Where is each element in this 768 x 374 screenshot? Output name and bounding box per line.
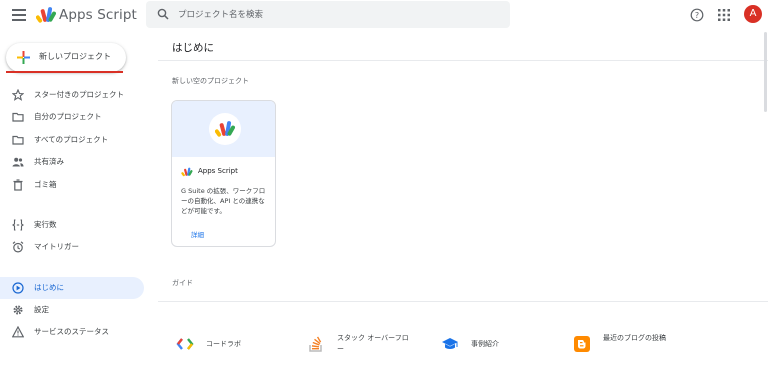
blogger-icon — [574, 336, 590, 352]
scrollbar[interactable] — [763, 30, 768, 374]
apps-grid-icon[interactable] — [718, 9, 730, 21]
blank-project-card[interactable]: Apps Script G Suite の拡張、ワークフローの自動化、API と… — [171, 100, 276, 247]
divider — [158, 301, 768, 302]
plus-icon — [17, 51, 30, 64]
new-project-section-label: 新しい空のプロジェクト — [172, 77, 249, 85]
scrollbar-thumb[interactable] — [764, 32, 767, 112]
sidebar-item-label: すべてのプロジェクト — [34, 135, 109, 144]
guide-stack-overflow[interactable]: スタック オーバーフロー — [307, 330, 417, 360]
sidebar-item-get-started[interactable]: はじめに — [0, 277, 144, 299]
sidebar-item-label: マイトリガー — [34, 242, 79, 251]
sidebar-item-starred[interactable]: スター付きのプロジェクト — [0, 85, 144, 105]
star-icon — [12, 89, 24, 101]
apps-script-logo-icon — [181, 167, 193, 177]
gear-icon — [13, 305, 23, 315]
sidebar-item-trash[interactable]: ゴミ箱 — [0, 175, 144, 195]
new-project-underline — [6, 71, 123, 73]
sidebar-item-service-status[interactable]: サービスのステータス — [0, 322, 144, 342]
apps-script-logo-icon — [215, 121, 235, 137]
folder-icon — [12, 135, 24, 145]
divider — [158, 60, 768, 61]
alarm-icon — [12, 241, 24, 253]
card-logo-circle — [209, 113, 241, 145]
code-braces-icon — [12, 219, 24, 231]
guide-section-label: ガイド — [172, 279, 193, 287]
sidebar-item-shared[interactable]: 共有済み — [0, 152, 144, 172]
folder-icon — [12, 112, 24, 122]
apps-script-logo-icon[interactable] — [36, 6, 56, 24]
sidebar-item-label: 共有済み — [34, 157, 64, 166]
card-header[interactable] — [172, 101, 275, 157]
card-title: Apps Script — [198, 167, 238, 175]
guide-label: コードラボ — [206, 340, 241, 348]
search-icon[interactable] — [157, 8, 169, 20]
play-circle-icon — [12, 282, 24, 294]
sidebar-item-executions[interactable]: 実行数 — [0, 215, 144, 235]
app-title[interactable]: Apps Script — [59, 7, 137, 23]
guide-codelab[interactable]: コードラボ — [176, 330, 286, 360]
menu-icon[interactable] — [12, 9, 26, 21]
new-project-button[interactable]: 新しいプロジェクト — [6, 43, 126, 72]
trash-icon — [13, 179, 23, 191]
guide-label: 事例紹介 — [471, 340, 499, 348]
stack-overflow-icon — [309, 336, 322, 352]
help-icon[interactable]: ? — [690, 8, 704, 22]
warning-icon — [12, 326, 24, 338]
new-project-label: 新しいプロジェクト — [39, 52, 111, 61]
sidebar-item-my-projects[interactable]: 自分のプロジェクト — [0, 107, 144, 127]
svg-text:?: ? — [695, 11, 699, 20]
search-box[interactable] — [146, 1, 510, 28]
guide-case-studies[interactable]: 事例紹介 — [441, 330, 551, 360]
codelab-icon — [176, 338, 194, 350]
sidebar-item-label: 自分のプロジェクト — [34, 112, 102, 121]
sidebar-item-label: サービスのステータス — [34, 327, 109, 336]
page-title: はじめに — [172, 42, 214, 54]
card-description: G Suite の拡張、ワークフローの自動化、API との連携などが可能です。 — [181, 187, 266, 215]
card-details-link[interactable]: 詳細 — [191, 229, 204, 239]
sidebar-item-settings[interactable]: 設定 — [0, 300, 144, 320]
guide-blog[interactable]: 最近のブログの投稿 — [573, 330, 683, 360]
sidebar-item-label: 実行数 — [34, 220, 57, 229]
sidebar-item-label: 設定 — [34, 305, 49, 314]
sidebar-item-label: ゴミ箱 — [34, 180, 57, 189]
search-input[interactable] — [178, 6, 498, 23]
graduation-cap-icon — [442, 338, 458, 349]
sidebar-item-all-projects[interactable]: すべてのプロジェクト — [0, 130, 144, 150]
sidebar-item-triggers[interactable]: マイトリガー — [0, 237, 144, 257]
sidebar-item-label: はじめに — [34, 283, 64, 292]
guide-label: スタック オーバーフロー — [337, 334, 409, 353]
guide-label: 最近のブログの投稿 — [603, 334, 666, 342]
people-icon — [12, 157, 24, 167]
avatar[interactable]: A — [744, 5, 762, 23]
top-app-bar: Apps Script ? A — [0, 0, 768, 30]
sidebar-item-label: スター付きのプロジェクト — [34, 90, 124, 99]
